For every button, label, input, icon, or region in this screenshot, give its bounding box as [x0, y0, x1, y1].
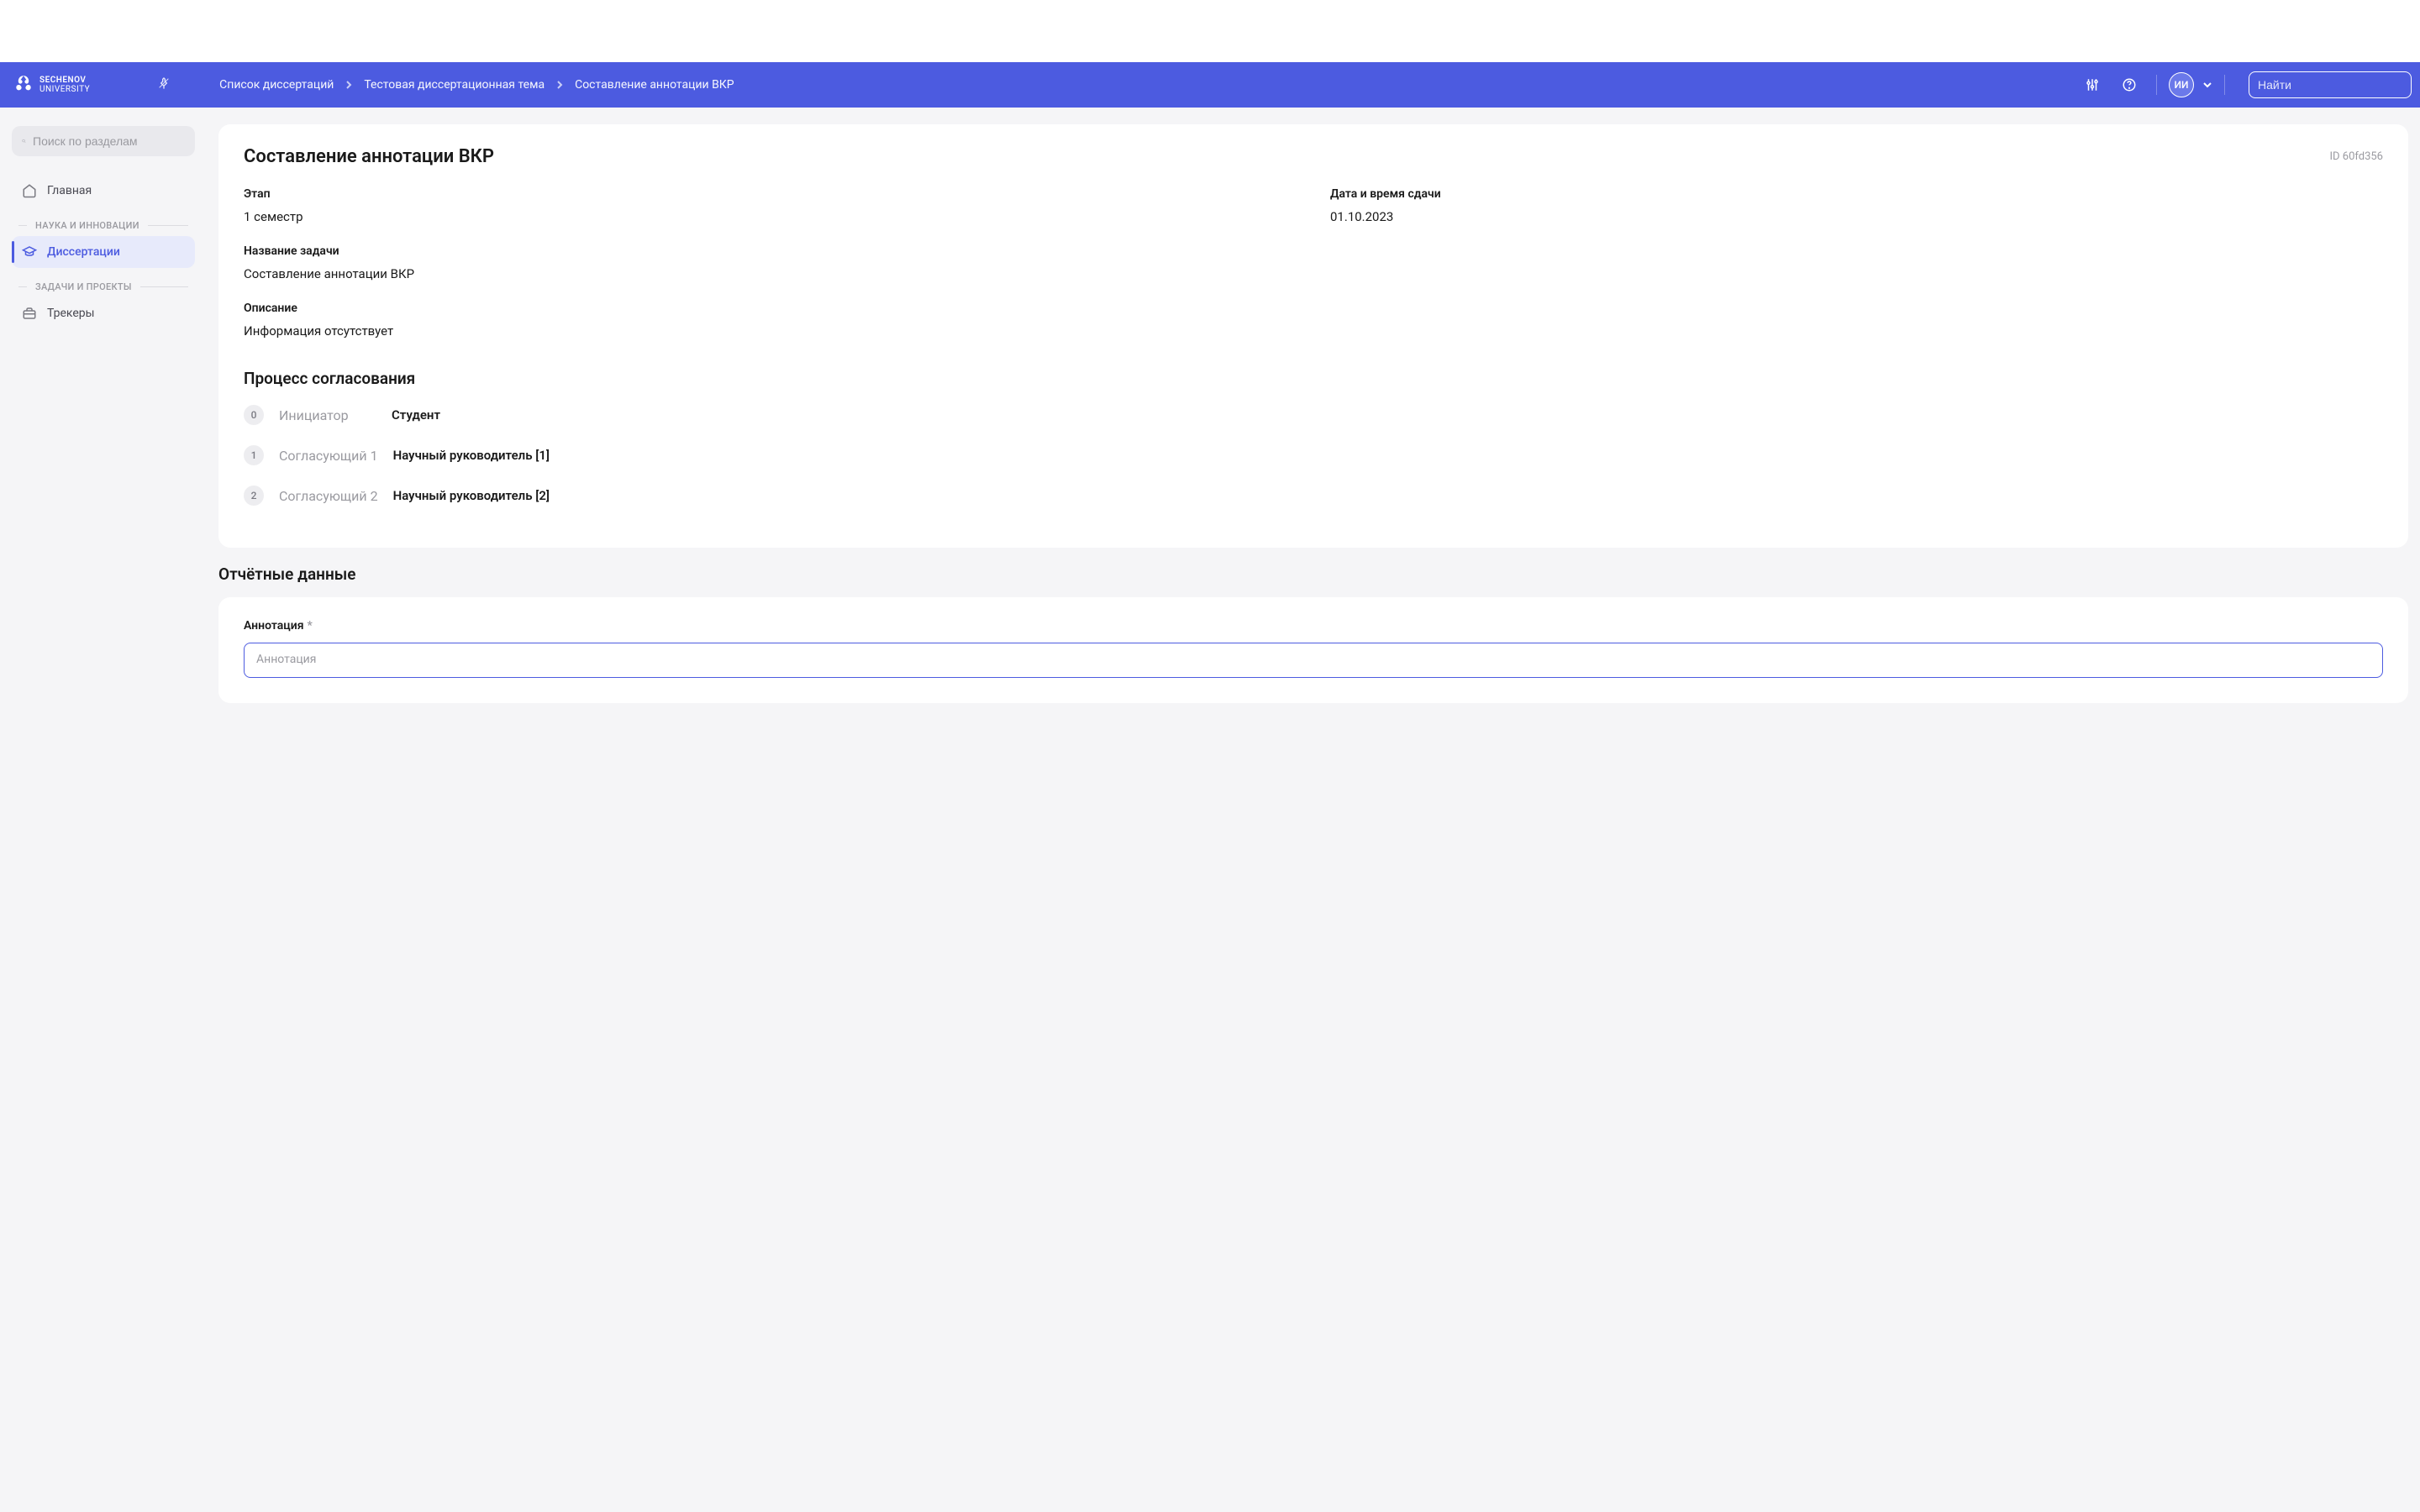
user-menu-toggle[interactable]	[2202, 78, 2212, 92]
logo-text: SECHENOV UNIVERSITY	[39, 76, 90, 94]
deadline-value: 01.10.2023	[1330, 209, 2383, 224]
stage-label: Этап	[244, 187, 1297, 201]
divider	[2224, 75, 2225, 95]
approval-role: Согласующий 1	[279, 448, 378, 464]
annotation-input[interactable]	[244, 643, 2383, 678]
approval-person: Научный руководитель [1]	[393, 448, 550, 463]
breadcrumb-item-0[interactable]: Список диссертаций	[219, 78, 334, 92]
main-content: Составление аннотации ВКР ID 60fd356 Эта…	[207, 108, 2420, 753]
approval-step-number: 2	[244, 486, 264, 506]
sidebar: Главная НАУКА И ИННОВАЦИИ Диссертации ЗА…	[0, 108, 207, 753]
approval-role: Согласующий 2	[279, 488, 378, 504]
required-marker: *	[308, 619, 313, 633]
info-grid: Этап 1 семестр Дата и время сдачи 01.10.…	[244, 187, 2383, 339]
sidebar-nav: Главная НАУКА И ИННОВАЦИИ Диссертации ЗА…	[12, 175, 195, 329]
approval-list: 0 Инициатор Студент 1 Согласующий 1 Науч…	[244, 405, 2383, 506]
header: SECHENOV UNIVERSITY Список диссертаций Т…	[0, 62, 2420, 108]
sidebar-item-home[interactable]: Главная	[12, 175, 195, 207]
header-right: ИИ	[2077, 70, 2412, 100]
sidebar-item-label: Диссертации	[47, 245, 120, 259]
task-info-card: Составление аннотации ВКР ID 60fd356 Эта…	[218, 124, 2408, 548]
sliders-icon	[2085, 77, 2100, 92]
divider	[2156, 75, 2157, 95]
breadcrumbs: Список диссертаций Тестовая диссертацион…	[219, 78, 2077, 92]
task-id: ID 60fd356	[2329, 150, 2383, 163]
header-search-input[interactable]	[2258, 78, 2410, 92]
sidebar-item-trackers[interactable]: Трекеры	[12, 297, 195, 329]
approval-step-number: 1	[244, 445, 264, 465]
sidebar-item-label: Трекеры	[47, 307, 95, 320]
settings-button[interactable]	[2077, 70, 2107, 100]
sidebar-item-dissertations[interactable]: Диссертации	[12, 236, 195, 268]
description-block: Описание Информация отсутствует	[244, 302, 2383, 339]
deadline-block: Дата и время сдачи 01.10.2023	[1330, 187, 2383, 224]
home-icon	[22, 183, 37, 198]
header-search[interactable]	[2249, 71, 2412, 98]
report-section-title: Отчётные данные	[218, 564, 2408, 584]
chevron-right-icon	[345, 80, 352, 90]
approval-section-title: Процесс согласования	[244, 369, 2383, 388]
task-name-label: Название задачи	[244, 244, 2383, 258]
stage-value: 1 семестр	[244, 209, 1297, 224]
user-avatar[interactable]: ИИ	[2169, 72, 2194, 97]
top-spacer	[0, 0, 2420, 62]
logo-icon	[13, 74, 34, 96]
annotation-label: Аннотация *	[244, 619, 2383, 633]
sidebar-section-science: НАУКА И ИННОВАЦИИ	[18, 220, 188, 231]
chevron-right-icon	[556, 80, 563, 90]
pin-icon	[157, 76, 171, 90]
briefcase-icon	[22, 306, 37, 321]
deadline-label: Дата и время сдачи	[1330, 187, 2383, 201]
sidebar-section-tasks: ЗАДАЧИ И ПРОЕКТЫ	[18, 281, 188, 292]
sidebar-search[interactable]	[12, 126, 195, 156]
approval-person: Научный руководитель [2]	[393, 488, 550, 503]
help-icon	[2122, 77, 2137, 92]
sidebar-item-label: Главная	[47, 184, 92, 197]
page-title: Составление аннотации ВКР	[244, 146, 494, 167]
search-icon	[22, 134, 26, 148]
approval-role: Инициатор	[279, 407, 376, 423]
description-value: Информация отсутствует	[244, 323, 2383, 339]
approval-row: 2 Согласующий 2 Научный руководитель [2]	[244, 486, 2383, 506]
approval-row: 1 Согласующий 1 Научный руководитель [1]	[244, 445, 2383, 465]
logo[interactable]: SECHENOV UNIVERSITY	[13, 74, 90, 96]
pin-toggle[interactable]	[157, 76, 171, 93]
chevron-down-icon	[2202, 81, 2212, 88]
help-button[interactable]	[2114, 70, 2144, 100]
approval-person: Студент	[392, 407, 440, 423]
description-label: Описание	[244, 302, 2383, 315]
breadcrumb-item-2[interactable]: Составление аннотации ВКР	[575, 78, 734, 92]
breadcrumb-item-1[interactable]: Тестовая диссертационная тема	[364, 78, 544, 92]
stage-block: Этап 1 семестр	[244, 187, 1297, 224]
task-name-block: Название задачи Составление аннотации ВК…	[244, 244, 2383, 281]
card-header: Составление аннотации ВКР ID 60fd356	[244, 146, 2383, 167]
sidebar-search-input[interactable]	[33, 134, 185, 148]
approval-row: 0 Инициатор Студент	[244, 405, 2383, 425]
layout: Главная НАУКА И ИННОВАЦИИ Диссертации ЗА…	[0, 108, 2420, 753]
report-card: Аннотация *	[218, 597, 2408, 703]
graduation-cap-icon	[22, 244, 37, 260]
approval-step-number: 0	[244, 405, 264, 425]
task-name-value: Составление аннотации ВКР	[244, 266, 2383, 281]
